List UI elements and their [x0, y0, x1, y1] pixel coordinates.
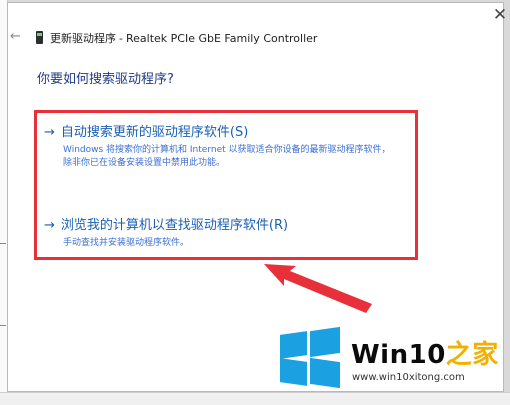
screenshot-root: ✕ ← 更新驱动程序 - Realtek PCIe GbE Family Contr…: [0, 0, 510, 405]
logo-pane: [310, 326, 340, 358]
brand-accent: 之家: [445, 340, 499, 370]
watermark-site: www.win10xitong.com: [352, 372, 465, 383]
windows-logo-icon: [280, 326, 340, 389]
watermark-brand: Win10之家: [351, 334, 499, 371]
logo-pane: [280, 331, 307, 359]
logo-pane: [280, 358, 307, 386]
brand-main: Win10: [351, 340, 446, 370]
logo-pane: [310, 357, 340, 389]
